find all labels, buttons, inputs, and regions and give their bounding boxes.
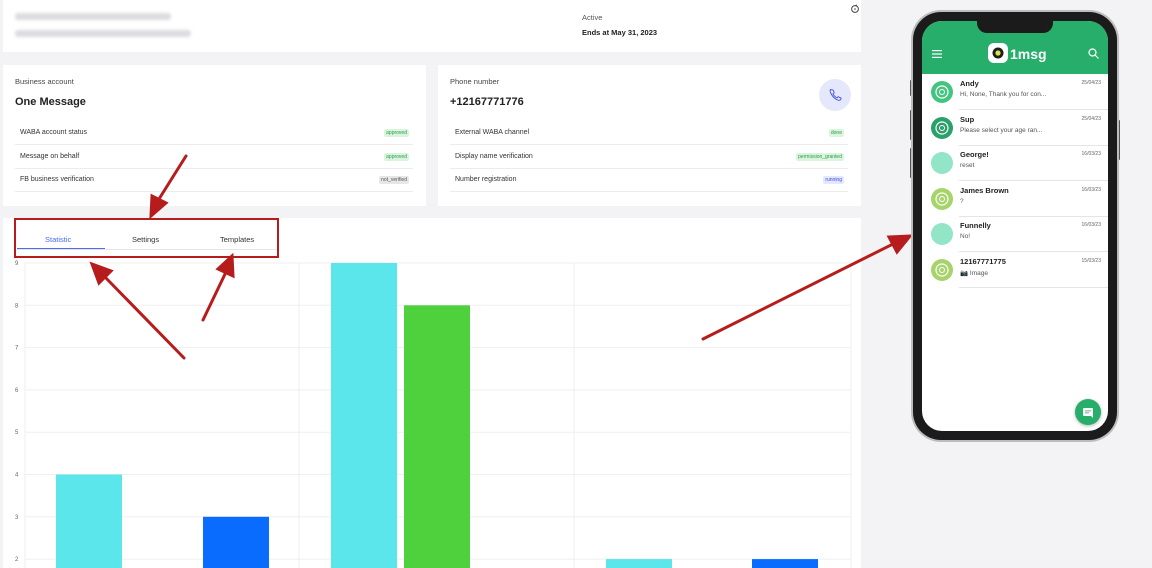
chat-date: 16/03/23 — [1081, 151, 1101, 157]
chart-bar — [404, 305, 470, 568]
row-label: Display name verification — [455, 153, 533, 160]
logo-badge-icon — [988, 43, 1008, 63]
statistics-card: 98765432 Statistic Settings Templates — [3, 218, 861, 568]
row-label: External WABA channel — [455, 129, 530, 136]
external-waba-row: External WABA channel done — [450, 122, 848, 145]
chat-name: Funnelly — [960, 221, 991, 230]
bar-chart: 9 8 7 6 5 4 3 2 — [15, 261, 852, 568]
chat-last-message: 📷 Image — [960, 269, 988, 277]
phone-number-label: Phone number — [450, 77, 500, 86]
status-badge: permission_granted — [796, 153, 844, 161]
status-badge: running — [823, 176, 844, 184]
chat-name: 12167771775 — [960, 256, 1006, 266]
display-name-row: Display name verification permission_gra… — [450, 146, 848, 169]
bot-avatar-icon — [935, 120, 949, 135]
chat-separator — [959, 286, 1108, 288]
chat-name: George! — [960, 150, 989, 159]
status-badge: done — [828, 129, 844, 137]
row-label: Number registration — [455, 176, 517, 183]
blurred-text — [15, 13, 171, 20]
chat-date: 16/03/23 — [1081, 186, 1101, 193]
phone-side-button — [1117, 120, 1120, 160]
y-tick-label: 4 — [15, 473, 19, 479]
status-badge: approved — [384, 153, 409, 161]
phone-notch — [977, 21, 1053, 33]
y-tick-label: 7 — [15, 346, 19, 352]
business-account-label: Business account — [15, 77, 74, 86]
chart-bar — [56, 474, 122, 568]
chat-last-message: ? — [960, 197, 964, 205]
phone-icon — [829, 89, 842, 101]
phone-mockup: 1msg Andy Hi, None, Thank you for con... 2… — [913, 12, 1117, 440]
y-tick-label: 6 — [15, 388, 19, 394]
bot-avatar-icon — [935, 85, 949, 99]
chart-bar — [203, 516, 269, 568]
chat-date: 25/04/23 — [1081, 80, 1101, 86]
app-header: 1msg — [922, 21, 1108, 74]
number-registration-row: Number registration running — [450, 169, 848, 192]
y-tick-label: 8 — [15, 303, 19, 309]
chat-list-item[interactable]: 12167771775 📷 Image 15/03/23 — [922, 252, 1108, 288]
avatar — [931, 258, 953, 281]
search-icon[interactable] — [1088, 48, 1099, 59]
row-label: FB business verification — [20, 176, 94, 183]
waba-status-row: WABA account status approved — [15, 122, 413, 145]
bot-avatar-icon — [935, 191, 949, 206]
arrow-head — [886, 234, 914, 255]
chat-list-item[interactable]: Andy Hi, None, Thank you for con... 25/04/… — [922, 74, 1108, 110]
subscription-end-date: Ends at May 31, 2023 — [582, 28, 658, 37]
menu-icon[interactable] — [932, 50, 942, 58]
chat-last-message: reset — [960, 162, 975, 169]
chat-last-message: Hi, None, Thank you for con... — [960, 91, 1047, 98]
chat-name: James Brown — [960, 185, 1009, 195]
fb-verification-row: FB business verification not_verified — [15, 169, 413, 192]
tabs-highlight-box — [14, 218, 279, 258]
avatar — [931, 152, 953, 174]
chat-name: Sup — [960, 114, 975, 124]
phone-number-card: Phone number +12167771776 External WABA … — [438, 65, 861, 206]
business-name: One Message — [15, 96, 86, 108]
chat-last-message: Please select your age ran... — [960, 126, 1043, 134]
subscription-card: Active Ends at May 31, 2023 — [3, 0, 861, 52]
phone-number: +12167771776 — [450, 96, 524, 108]
chat-list-item[interactable]: James Brown? 16/03/23 — [922, 181, 1108, 217]
chat-date: 15/03/23 — [1081, 257, 1101, 264]
y-tick-label: 3 — [15, 515, 19, 521]
chat-name: Andy — [960, 79, 979, 88]
avatar — [931, 81, 953, 103]
business-account-card: Business account One Message WABA accoun… — [3, 65, 426, 206]
chat-last-message: No! — [960, 233, 971, 240]
chat-list-item[interactable]: Sup Please select your age ran... 25/04/23 — [922, 110, 1108, 146]
y-tick-label: 2 — [15, 557, 19, 563]
phone-screen: 1msg Andy Hi, None, Thank you for con... 2… — [922, 21, 1108, 431]
row-label: WABA account status — [20, 129, 88, 136]
y-tick-label: 5 — [15, 430, 19, 436]
chat-list-item[interactable]: Funnelly No! 16/03/23 — [922, 216, 1108, 252]
chart-bar — [606, 559, 672, 568]
chat-list-item[interactable]: George! reset 16/03/23 — [922, 145, 1108, 181]
chat-icon — [1083, 408, 1093, 418]
refresh-icon[interactable] — [850, 4, 860, 14]
status-badge: approved — [384, 129, 409, 137]
avatar — [931, 223, 953, 245]
chat-date: 16/03/23 — [1081, 222, 1101, 228]
blurred-text — [15, 30, 191, 37]
y-tick-label: 9 — [15, 261, 19, 267]
avatar — [931, 116, 953, 139]
logo-text: 1msg — [1010, 46, 1047, 62]
chat-date: 25/04/23 — [1081, 115, 1101, 122]
chart-bar — [752, 559, 818, 568]
status-badge: not_verified — [379, 176, 409, 184]
chart-bar — [331, 263, 397, 568]
call-button[interactable] — [819, 79, 851, 111]
message-on-behalf-row: Message on behalf approved — [15, 146, 413, 169]
avatar — [931, 187, 953, 210]
subscription-status: Active — [582, 13, 603, 22]
row-label: Message on behalf — [20, 153, 80, 160]
bot-avatar-icon — [935, 262, 949, 277]
new-chat-button[interactable] — [1075, 399, 1101, 425]
